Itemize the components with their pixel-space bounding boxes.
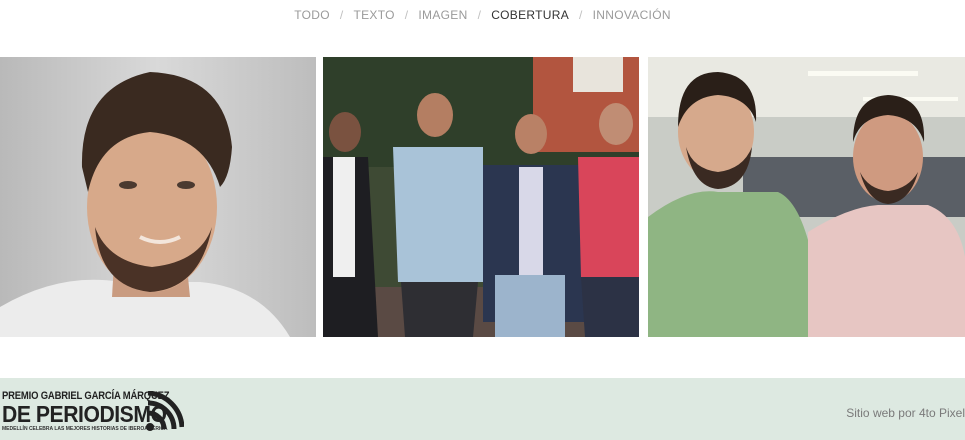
filter-texto[interactable]: TEXTO bbox=[353, 8, 394, 22]
filter-todo[interactable]: TODO bbox=[294, 8, 330, 22]
gallery-photo-portrait[interactable] bbox=[0, 57, 316, 337]
filter-imagen[interactable]: IMAGEN bbox=[418, 8, 467, 22]
filter-separator: / bbox=[579, 8, 583, 22]
logo-line-2: DE PERIODISMO bbox=[2, 401, 167, 427]
site-footer: PREMIO GABRIEL GARCÍA MÁRQUEZ DE PERIODI… bbox=[0, 378, 965, 440]
filter-innovacion[interactable]: INNOVACIÓN bbox=[593, 8, 671, 22]
filter-cobertura[interactable]: COBERTURA bbox=[491, 8, 569, 22]
broadcast-waves-icon bbox=[146, 391, 184, 431]
site-credit-link[interactable]: Sitio web por 4to Pixel bbox=[846, 406, 965, 420]
premio-logo[interactable]: PREMIO GABRIEL GARCÍA MÁRQUEZ DE PERIODI… bbox=[2, 390, 192, 438]
gallery-photo-group[interactable] bbox=[323, 57, 639, 337]
gallery-photo-duo[interactable] bbox=[648, 57, 965, 337]
filter-separator: / bbox=[404, 8, 409, 22]
logo-tagline: MEDELLÍN CELEBRA LAS MEJORES HISTORIAS D… bbox=[2, 426, 168, 432]
filter-separator: / bbox=[339, 8, 344, 22]
filter-separator: / bbox=[477, 8, 482, 22]
category-filter-bar: TODO / TEXTO / IMAGEN / COBERTURA / INNOVACIÓN bbox=[0, 8, 965, 22]
